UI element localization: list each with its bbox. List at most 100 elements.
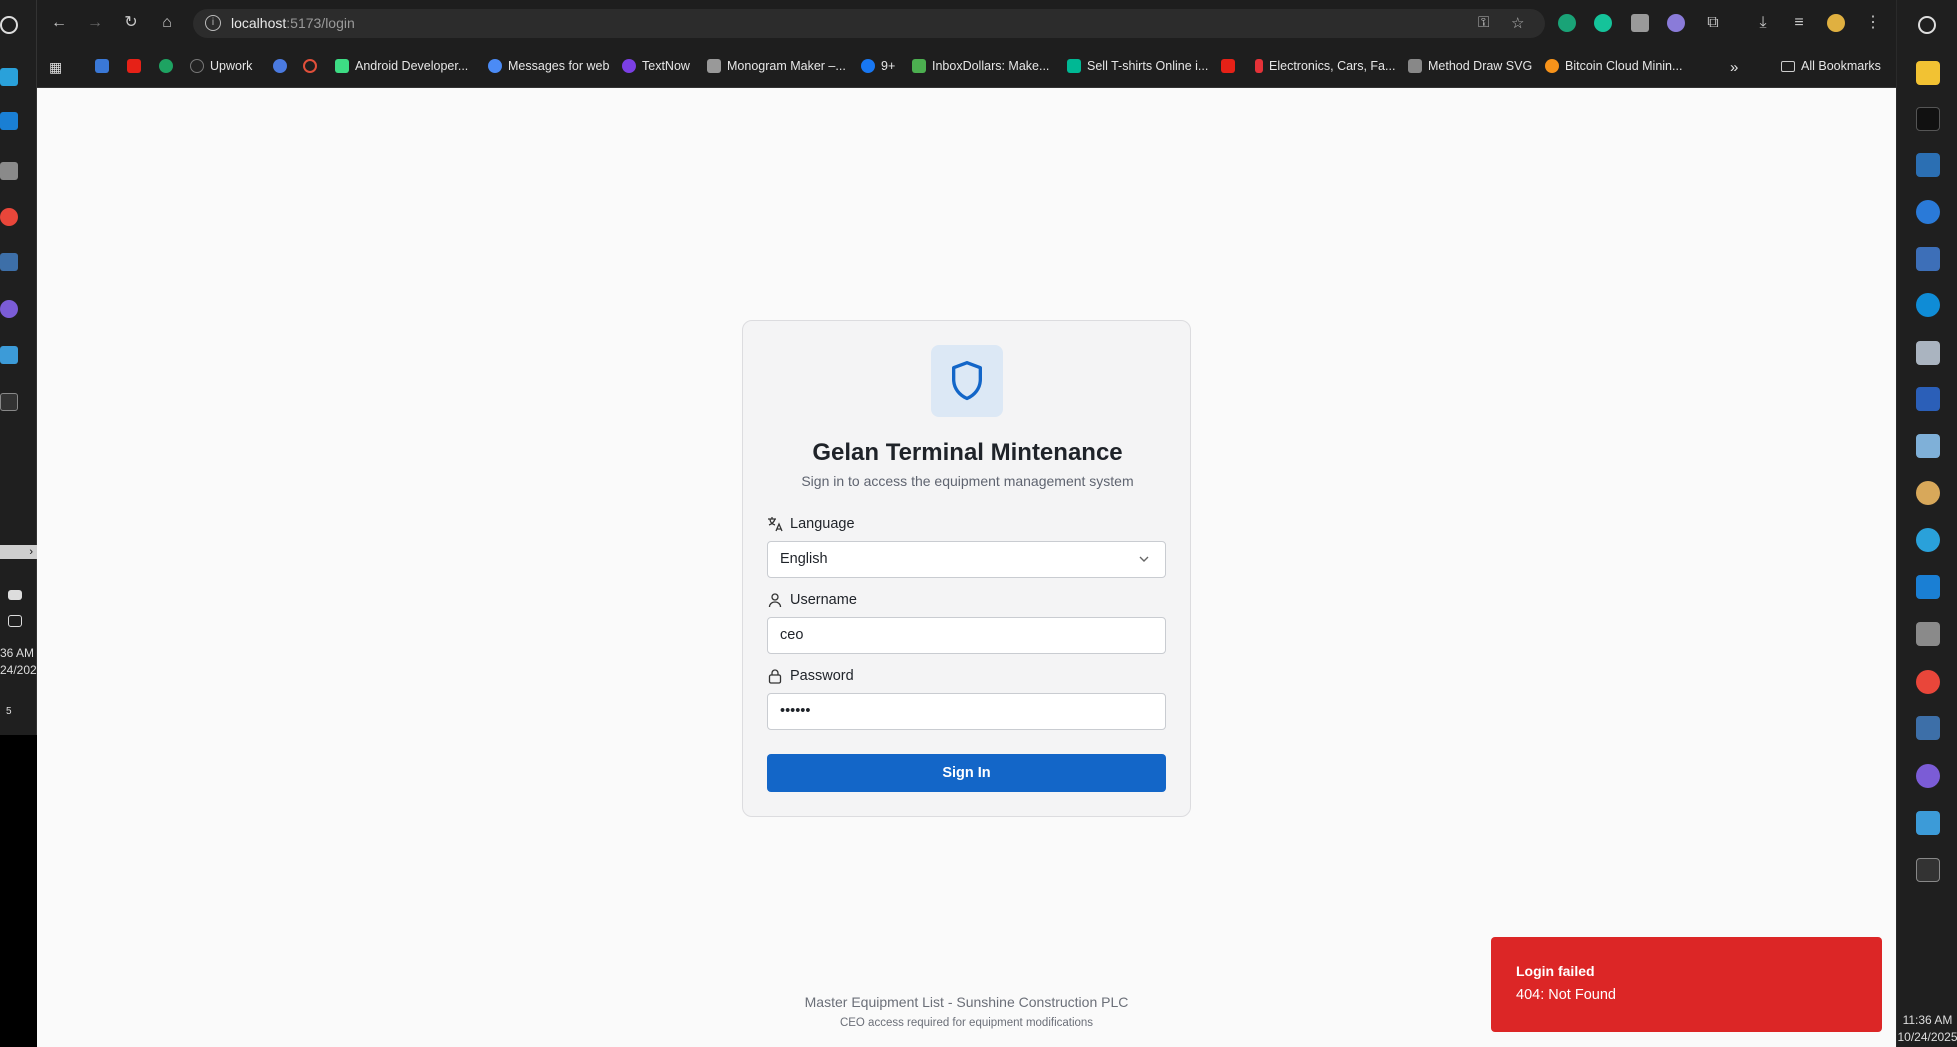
bookmark-monogram[interactable]: Monogram Maker –...	[707, 59, 846, 73]
bookmark-label: TextNow	[642, 59, 690, 73]
remote-desktop-icon[interactable]	[0, 346, 18, 364]
edge-icon[interactable]	[1916, 293, 1940, 317]
bookmark-label: Monogram Maker –...	[727, 59, 846, 73]
lock-icon	[768, 669, 782, 684]
expand-arrow-icon[interactable]: ›	[0, 545, 37, 559]
extension-purple-icon[interactable]	[1667, 14, 1685, 32]
bookmark-android[interactable]: Android Developer...	[335, 59, 468, 73]
chrome-icon[interactable]	[1916, 670, 1940, 694]
bookmark-star-icon[interactable]: ☆	[1511, 14, 1524, 32]
bookmark-label: Method Draw SVG	[1428, 59, 1533, 73]
terminal-icon[interactable]	[0, 393, 18, 411]
browser-window: ← → ↻ ⌂ i localhost:5173/login ⚿ ☆ ⧉ ⤓ ≡…	[37, 0, 1896, 1047]
github-icon[interactable]	[1916, 764, 1940, 788]
bookmark-circle-icon[interactable]	[303, 59, 323, 73]
network-icon[interactable]	[1916, 247, 1940, 271]
user-icon	[768, 593, 782, 608]
postgres-icon[interactable]	[1916, 716, 1940, 740]
tools-icon[interactable]	[1916, 622, 1940, 646]
vscode-icon[interactable]	[1916, 575, 1940, 599]
bookmark-messages[interactable]: Messages for web	[488, 59, 609, 73]
bookmark-green-icon[interactable]	[159, 59, 179, 73]
left-clock-time: 36 AM	[0, 646, 35, 660]
monogram-icon	[707, 59, 721, 73]
folder-icon	[1781, 60, 1795, 72]
bookmark-youtube2-icon[interactable]	[1221, 59, 1241, 73]
reload-icon[interactable]: ↻	[120, 12, 142, 34]
bookmark-method-draw[interactable]: Method Draw SVG	[1408, 59, 1532, 73]
telegram-icon[interactable]	[1916, 528, 1940, 552]
postgres-icon[interactable]	[0, 253, 18, 271]
language-label-text: Language	[790, 516, 855, 532]
forward-icon[interactable]: →	[84, 12, 106, 34]
username-label: Username	[767, 592, 857, 608]
bookmark-textnow[interactable]: TextNow	[622, 59, 690, 73]
display-icon	[8, 615, 22, 627]
app-icon-cube[interactable]	[1916, 153, 1940, 177]
extensions-puzzle-icon[interactable]: ⧉	[1702, 12, 1724, 34]
back-icon[interactable]: ←	[48, 12, 70, 34]
site-info-icon[interactable]: i	[205, 15, 221, 31]
bookmark-bitcoin[interactable]: Bitcoin Cloud Minin...	[1545, 59, 1682, 73]
home-icon[interactable]: ⌂	[156, 12, 178, 34]
bookmark-label: Electronics, Cars, Fa...	[1269, 59, 1396, 73]
app-icon-blue-ring[interactable]	[1916, 200, 1940, 224]
username-label-text: Username	[790, 592, 857, 608]
telegram-icon[interactable]	[0, 68, 18, 86]
address-bar[interactable]: i localhost:5173/login ⚿ ☆	[193, 9, 1545, 38]
language-label: Language	[767, 516, 855, 532]
more-bookmarks-icon[interactable]: »	[1730, 59, 1738, 76]
password-key-icon[interactable]: ⚿	[1478, 14, 1489, 31]
all-bookmarks[interactable]: All Bookmarks	[1781, 59, 1881, 73]
right-taskbar: 11:36 AM 10/24/2025	[1896, 0, 1957, 1047]
youtube-icon[interactable]	[127, 59, 147, 73]
url-text[interactable]: localhost:5173/login	[231, 15, 355, 31]
grammarly-icon[interactable]	[1594, 14, 1612, 32]
paint-icon[interactable]	[1916, 481, 1940, 505]
notes-icon[interactable]	[1916, 434, 1940, 458]
apps-icon[interactable]: ▦	[49, 59, 62, 76]
bookmark-inboxdollars[interactable]: InboxDollars: Make...	[912, 59, 1049, 73]
ebay-icon	[1255, 59, 1263, 73]
clock-date[interactable]: 10/24/2025	[1897, 1030, 1957, 1044]
bookmark-label: Bitcoin Cloud Minin...	[1565, 59, 1683, 73]
bookmark-ebay[interactable]: Electronics, Cars, Fa...	[1255, 59, 1395, 73]
inboxdollars-icon	[912, 59, 926, 73]
profile-avatar[interactable]	[1827, 14, 1845, 32]
notification-badge[interactable]: 5	[6, 706, 12, 717]
bookmark-google-icon[interactable]	[273, 59, 293, 73]
bookmark-label: Android Developer...	[355, 59, 469, 73]
tiktok-icon[interactable]	[1916, 107, 1940, 131]
password-value: ••••••	[780, 703, 811, 719]
computer-icon[interactable]	[1916, 341, 1940, 365]
bookmark-upwork[interactable]: Upwork	[190, 59, 252, 73]
bookmark-tshirts[interactable]: Sell T-shirts Online i...	[1067, 59, 1208, 73]
bookmark-label: Messages for web	[508, 59, 610, 73]
password-input[interactable]: ••••••	[767, 693, 1166, 730]
vscode-icon[interactable]	[0, 112, 18, 130]
shield-icon	[952, 360, 982, 401]
extension-green-icon[interactable]	[1558, 14, 1576, 32]
tools-icon[interactable]	[0, 162, 18, 180]
file-explorer-icon[interactable]	[1916, 61, 1940, 85]
bookmark-icon-blue[interactable]	[95, 59, 115, 73]
word-icon[interactable]	[1916, 387, 1940, 411]
login-page: Gelan Terminal Mintenance Sign in to acc…	[37, 88, 1896, 1047]
chrome-icon[interactable]	[0, 208, 18, 226]
sign-in-button[interactable]: Sign In	[767, 754, 1166, 792]
search-icon[interactable]	[1918, 16, 1936, 34]
language-select[interactable]: English	[767, 541, 1166, 578]
menu-icon[interactable]: ⋮	[1862, 12, 1884, 34]
terminal-icon[interactable]	[1916, 858, 1940, 882]
extension-gray-icon[interactable]	[1631, 14, 1649, 32]
github-icon[interactable]	[0, 300, 18, 318]
bookmark-facebook[interactable]: 9+	[861, 59, 895, 73]
clock-time[interactable]: 11:36 AM	[1897, 1013, 1957, 1027]
search-icon[interactable]	[0, 16, 18, 34]
remote-desktop-icon[interactable]	[1916, 811, 1940, 835]
password-label-text: Password	[790, 668, 854, 684]
media-control-icon[interactable]: ≡	[1788, 12, 1810, 34]
error-toast[interactable]: Login failed 404: Not Found	[1491, 937, 1882, 1032]
download-icon[interactable]: ⤓	[1752, 12, 1774, 34]
username-input[interactable]: ceo	[767, 617, 1166, 654]
